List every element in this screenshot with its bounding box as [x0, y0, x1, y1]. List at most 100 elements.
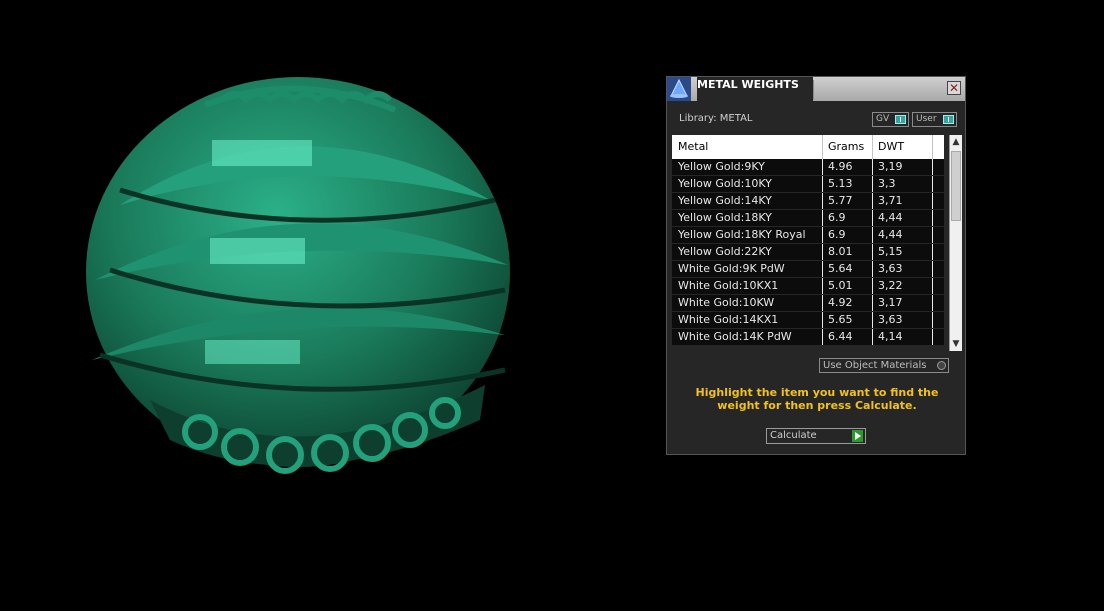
column-header-metal[interactable]: Metal	[672, 135, 822, 159]
cell-divider	[932, 329, 933, 345]
cell-divider	[932, 261, 933, 277]
table-scrollbar[interactable]: ▲ ▼	[949, 135, 962, 351]
table-row[interactable]: Yellow Gold:10KY 5.13 3,3	[672, 176, 944, 192]
metal-cell: White Gold:14K PdW	[678, 330, 792, 343]
cell-divider	[822, 278, 823, 294]
cell-divider	[932, 278, 933, 294]
grams-cell: 5.77	[828, 194, 853, 207]
cell-divider	[822, 227, 823, 243]
instructions-text: Highlight the item you want to find the …	[695, 386, 939, 412]
cell-divider	[872, 193, 873, 209]
gv-toggle[interactable]: GV	[872, 112, 909, 127]
table-rows: Yellow Gold:9KY 4.96 3,19 Yellow Gold:10KY 5…	[672, 159, 944, 346]
cell-divider	[872, 244, 873, 260]
library-label: Library: METAL	[679, 113, 753, 124]
cell-divider	[822, 244, 823, 260]
metal-cell: White Gold:14KX1	[678, 313, 779, 326]
cell-divider	[872, 261, 873, 277]
table-row[interactable]: White Gold:10KX1 5.01 3,22	[672, 278, 944, 294]
dwt-cell: 5,15	[878, 245, 903, 258]
dwt-cell: 3,63	[878, 262, 903, 275]
cell-divider	[872, 210, 873, 226]
grams-cell: 6.9	[828, 228, 846, 241]
metal-weights-panel: METAL WEIGHTS ✕ Library: METAL GV User M…	[666, 76, 966, 455]
close-icon: ✕	[948, 81, 960, 95]
cell-divider	[822, 295, 823, 311]
table-row[interactable]: White Gold:10KW 4.92 3,17	[672, 295, 944, 311]
table-row[interactable]: Yellow Gold:18KY Royal 6.9 4,44	[672, 227, 944, 243]
metal-cell: Yellow Gold:14KY	[678, 194, 772, 207]
cell-divider	[872, 295, 873, 311]
dwt-cell: 4,44	[878, 211, 903, 224]
cell-divider	[822, 193, 823, 209]
metal-cell: White Gold:10KW	[678, 296, 775, 309]
dwt-cell: 3,63	[878, 313, 903, 326]
column-header-grams[interactable]: Grams	[822, 135, 872, 159]
calculate-label: Calculate	[770, 430, 817, 441]
cell-divider	[872, 278, 873, 294]
scroll-up-icon[interactable]: ▲	[950, 135, 962, 149]
dwt-cell: 3,19	[878, 160, 903, 173]
grams-cell: 5.13	[828, 177, 853, 190]
toggle-indicator-icon	[895, 115, 906, 124]
cell-divider	[932, 312, 933, 328]
cell-divider	[932, 227, 933, 243]
cell-divider	[932, 295, 933, 311]
cell-divider	[932, 244, 933, 260]
grams-cell: 6.9	[828, 211, 846, 224]
table-row[interactable]: Yellow Gold:9KY 4.96 3,19	[672, 159, 944, 175]
gv-toggle-label: GV	[876, 114, 890, 124]
metal-cell: Yellow Gold:10KY	[678, 177, 772, 190]
title-divider	[813, 80, 814, 100]
dwt-cell: 3,22	[878, 279, 903, 292]
column-header-dwt[interactable]: DWT	[872, 135, 932, 159]
calculate-button[interactable]: Calculate	[766, 428, 866, 444]
table-row[interactable]: Yellow Gold:22KY 8.01 5,15	[672, 244, 944, 260]
cell-divider	[872, 329, 873, 345]
dwt-cell: 3,17	[878, 296, 903, 309]
metal-cell: Yellow Gold:9KY	[678, 160, 765, 173]
cell-divider	[822, 329, 823, 345]
table-header: Metal Grams DWT	[672, 135, 944, 159]
panel-title: METAL WEIGHTS	[697, 77, 813, 101]
metal-cell: White Gold:10KX1	[678, 279, 779, 292]
cell-divider	[822, 312, 823, 328]
cell-divider	[932, 159, 933, 175]
radio-icon	[937, 361, 946, 370]
grams-cell: 4.92	[828, 296, 853, 309]
metal-cell: White Gold:9K PdW	[678, 262, 785, 275]
user-toggle-label: User	[916, 114, 937, 124]
metal-cell: Yellow Gold:18KY	[678, 211, 772, 224]
grams-cell: 5.65	[828, 313, 853, 326]
cell-divider	[872, 227, 873, 243]
table-row[interactable]: White Gold:14KX1 5.65 3,63	[672, 312, 944, 328]
dwt-cell: 3,71	[878, 194, 903, 207]
close-button[interactable]: ✕	[947, 81, 961, 95]
play-arrow-icon	[852, 430, 863, 442]
cell-divider	[872, 159, 873, 175]
dwt-cell: 4,14	[878, 330, 903, 343]
dwt-cell: 4,44	[878, 228, 903, 241]
cell-divider	[822, 159, 823, 175]
scroll-thumb[interactable]	[951, 151, 961, 221]
scroll-down-icon[interactable]: ▼	[950, 337, 962, 351]
table-row[interactable]: White Gold:14K PdW 6.44 4,14	[672, 329, 944, 345]
column-divider	[932, 135, 933, 159]
use-object-materials-option[interactable]: Use Object Materials	[819, 358, 949, 373]
table-row[interactable]: Yellow Gold:14KY 5.77 3,71	[672, 193, 944, 209]
metal-cell: Yellow Gold:22KY	[678, 245, 772, 258]
cell-divider	[872, 312, 873, 328]
cell-divider	[932, 176, 933, 192]
user-toggle[interactable]: User	[912, 112, 957, 127]
metal-cell: Yellow Gold:18KY Royal	[678, 228, 806, 241]
grams-cell: 5.64	[828, 262, 853, 275]
cell-divider	[822, 176, 823, 192]
grams-cell: 4.96	[828, 160, 853, 173]
table-row[interactable]: Yellow Gold:18KY 6.9 4,44	[672, 210, 944, 226]
table-row[interactable]: White Gold:9K PdW 5.64 3,63	[672, 261, 944, 277]
grams-cell: 6.44	[828, 330, 853, 343]
grams-cell: 8.01	[828, 245, 853, 258]
metal-table: Metal Grams DWT Yellow Gold:9KY 4.96 3,19 Y…	[672, 135, 962, 351]
cell-divider	[822, 261, 823, 277]
panel-titlebar[interactable]: METAL WEIGHTS ✕	[667, 77, 965, 101]
